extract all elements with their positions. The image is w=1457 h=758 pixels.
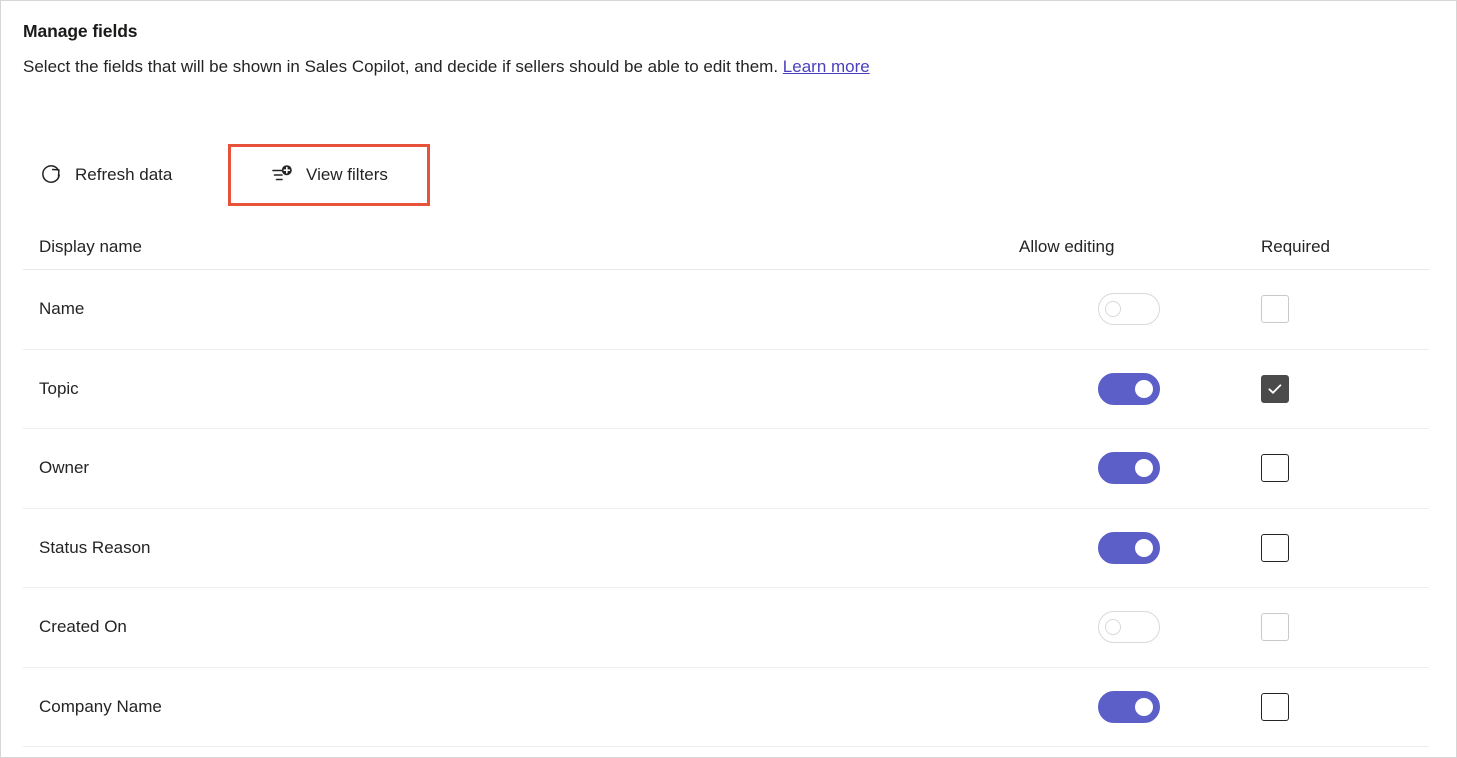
- required-cell: [1239, 533, 1429, 562]
- learn-more-link[interactable]: Learn more: [783, 57, 870, 76]
- page-header: Manage fields Select the fields that wil…: [1, 1, 1456, 79]
- required-cell: [1239, 295, 1429, 324]
- field-display-name: Name: [39, 299, 85, 319]
- view-filters-button[interactable]: View filters: [258, 153, 400, 197]
- required-checkbox: [1261, 613, 1289, 642]
- field-display-name: Topic: [39, 378, 79, 398]
- table-row: Owner: [23, 429, 1429, 509]
- toggle-knob: [1135, 538, 1153, 557]
- allow-editing-toggle[interactable]: [1098, 452, 1160, 485]
- field-display-name: Created On: [39, 617, 127, 637]
- refresh-icon: [39, 163, 63, 187]
- toggle-knob: [1135, 697, 1153, 716]
- table-row: Name: [23, 270, 1429, 350]
- allow-editing-cell: [1019, 372, 1239, 405]
- page-subtitle-text: Select the fields that will be shown in …: [23, 57, 779, 76]
- allow-editing-toggle[interactable]: [1098, 531, 1160, 564]
- checkmark-icon: [1268, 384, 1282, 394]
- required-checkbox[interactable]: [1261, 692, 1289, 721]
- field-display-name: Company Name: [39, 696, 162, 716]
- required-checkbox: [1261, 295, 1289, 324]
- allow-editing-cell: [1019, 293, 1239, 326]
- table-row: Created On: [23, 588, 1429, 668]
- allow-editing-cell: [1019, 690, 1239, 723]
- required-cell: [1239, 613, 1429, 642]
- allow-editing-toggle: [1098, 293, 1160, 326]
- required-cell: [1239, 374, 1429, 403]
- column-header-required: Required: [1261, 237, 1330, 256]
- refresh-data-button[interactable]: Refresh data: [27, 153, 184, 197]
- toggle-knob: [1135, 379, 1153, 398]
- toggle-knob: [1105, 301, 1121, 318]
- allow-editing-cell: [1019, 452, 1239, 485]
- required-checkbox[interactable]: [1261, 454, 1289, 483]
- allow-editing-cell: [1019, 531, 1239, 564]
- filter-add-icon: [270, 163, 294, 187]
- view-filters-highlight-box: View filters: [228, 144, 430, 206]
- toggle-knob: [1105, 619, 1121, 636]
- required-cell: [1239, 692, 1429, 721]
- refresh-data-label: Refresh data: [75, 165, 173, 184]
- table-row: Topic: [23, 350, 1429, 429]
- allow-editing-toggle[interactable]: [1098, 372, 1160, 405]
- required-checkbox[interactable]: [1261, 533, 1289, 562]
- page-title: Manage fields: [23, 21, 138, 41]
- allow-editing-toggle: [1098, 611, 1160, 644]
- field-display-name: Owner: [39, 458, 90, 478]
- allow-editing-cell: [1019, 611, 1239, 644]
- toolbar: Refresh data View filters: [23, 144, 430, 206]
- fields-table: Display name Allow editing Required Name…: [23, 225, 1429, 747]
- table-row: Company Name: [23, 668, 1429, 747]
- required-cell: [1239, 454, 1429, 483]
- page-subtitle: Select the fields that will be shown in …: [23, 55, 1432, 79]
- manage-fields-page: Manage fields Select the fields that wil…: [0, 0, 1457, 758]
- table-header-row: Display name Allow editing Required: [23, 225, 1429, 270]
- column-header-display-name: Display name: [39, 237, 142, 256]
- allow-editing-toggle[interactable]: [1098, 690, 1160, 723]
- column-header-allow-editing: Allow editing: [1019, 237, 1115, 256]
- view-filters-label: View filters: [306, 165, 388, 184]
- table-row: Status Reason: [23, 509, 1429, 588]
- field-display-name: Status Reason: [39, 537, 151, 557]
- toggle-knob: [1135, 459, 1153, 478]
- required-checkbox[interactable]: [1261, 374, 1289, 403]
